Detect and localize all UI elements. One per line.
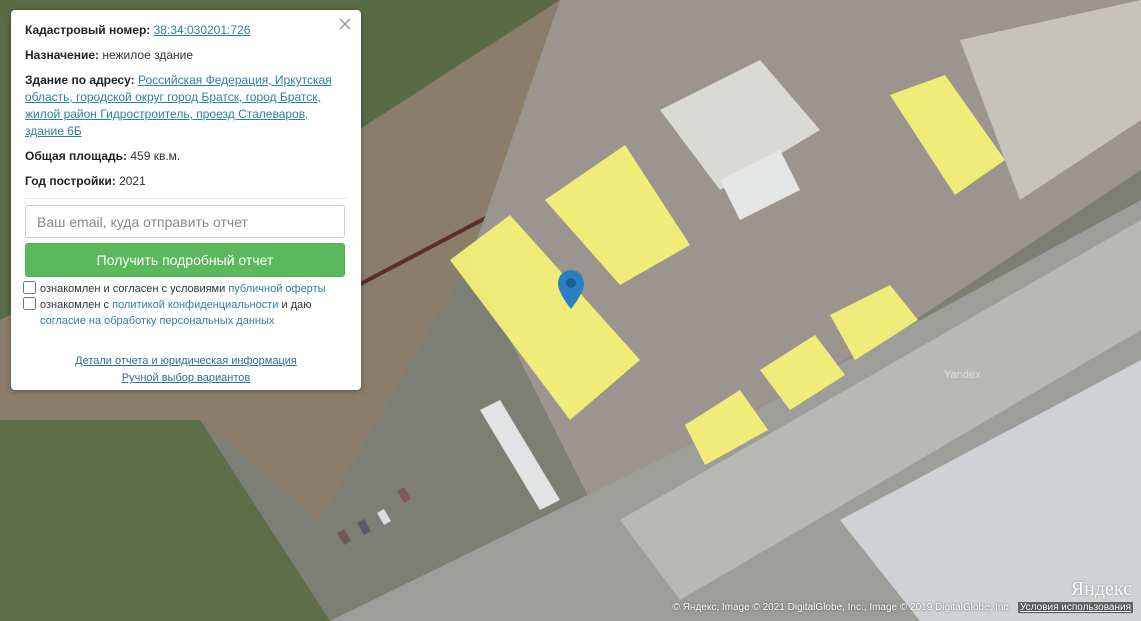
cadastral-link[interactable]: 38:34:030201:726 [154,23,251,37]
offer-consent: ознакомлен и согласен с условиями публич… [23,281,347,297]
area-label: Общая площадь: [25,149,128,163]
footer-links: Детали отчета и юридическая информация Р… [25,353,347,387]
privacy-text: ознакомлен с [40,299,110,311]
purpose-row: Назначение: нежилое здание [25,47,347,64]
get-report-button[interactable]: Получить подробный отчет [25,243,345,277]
terms-link[interactable]: Условия использования [1018,602,1133,613]
manual-selection-link[interactable]: Ручной выбор вариантов [122,372,250,384]
map-watermark: Yandex [944,369,981,381]
privacy-link[interactable]: политикой конфиденциальности [112,299,278,311]
address-row: Здание по адресу: Российская Федерация, … [25,72,347,140]
cadastral-label: Кадастровый номер: [25,23,151,37]
privacy-and-text: и даю [281,299,312,311]
cadastral-row: Кадастровый номер: 38:34:030201:726 [25,22,347,39]
area-row: Общая площадь: 459 кв.м. [25,148,347,165]
year-value: 2021 [119,174,146,188]
consent-link[interactable]: согласие на обработку персональных данны… [40,315,274,327]
close-icon[interactable] [337,16,353,32]
details-link[interactable]: Детали отчета и юридическая информация [75,355,297,367]
year-label: Год постройки: [25,174,116,188]
copyright-text: © Яндекс, Image © 2021 DigitalGlobe, Inc… [672,602,1012,613]
privacy-checkbox[interactable] [23,297,36,310]
map-copyright: © Яндекс, Image © 2021 DigitalGlobe, Inc… [673,602,1133,613]
purpose-value: нежилое здание [102,48,193,62]
area-value: 459 кв.м. [130,149,181,163]
address-label: Здание по адресу: [25,73,135,87]
privacy-consent: ознакомлен с политикой конфиденциальност… [23,297,347,329]
offer-text: ознакомлен и согласен с условиями [40,283,226,295]
offer-link[interactable]: публичной оферты [228,283,325,295]
purpose-label: Назначение: [25,48,100,62]
info-popup: Кадастровый номер: 38:34:030201:726 Назн… [11,10,361,390]
year-row: Год постройки: 2021 [25,173,347,190]
divider [25,198,347,199]
email-field[interactable] [25,205,345,238]
yandex-logo: Яндекс [1070,578,1132,600]
offer-checkbox[interactable] [23,281,36,294]
